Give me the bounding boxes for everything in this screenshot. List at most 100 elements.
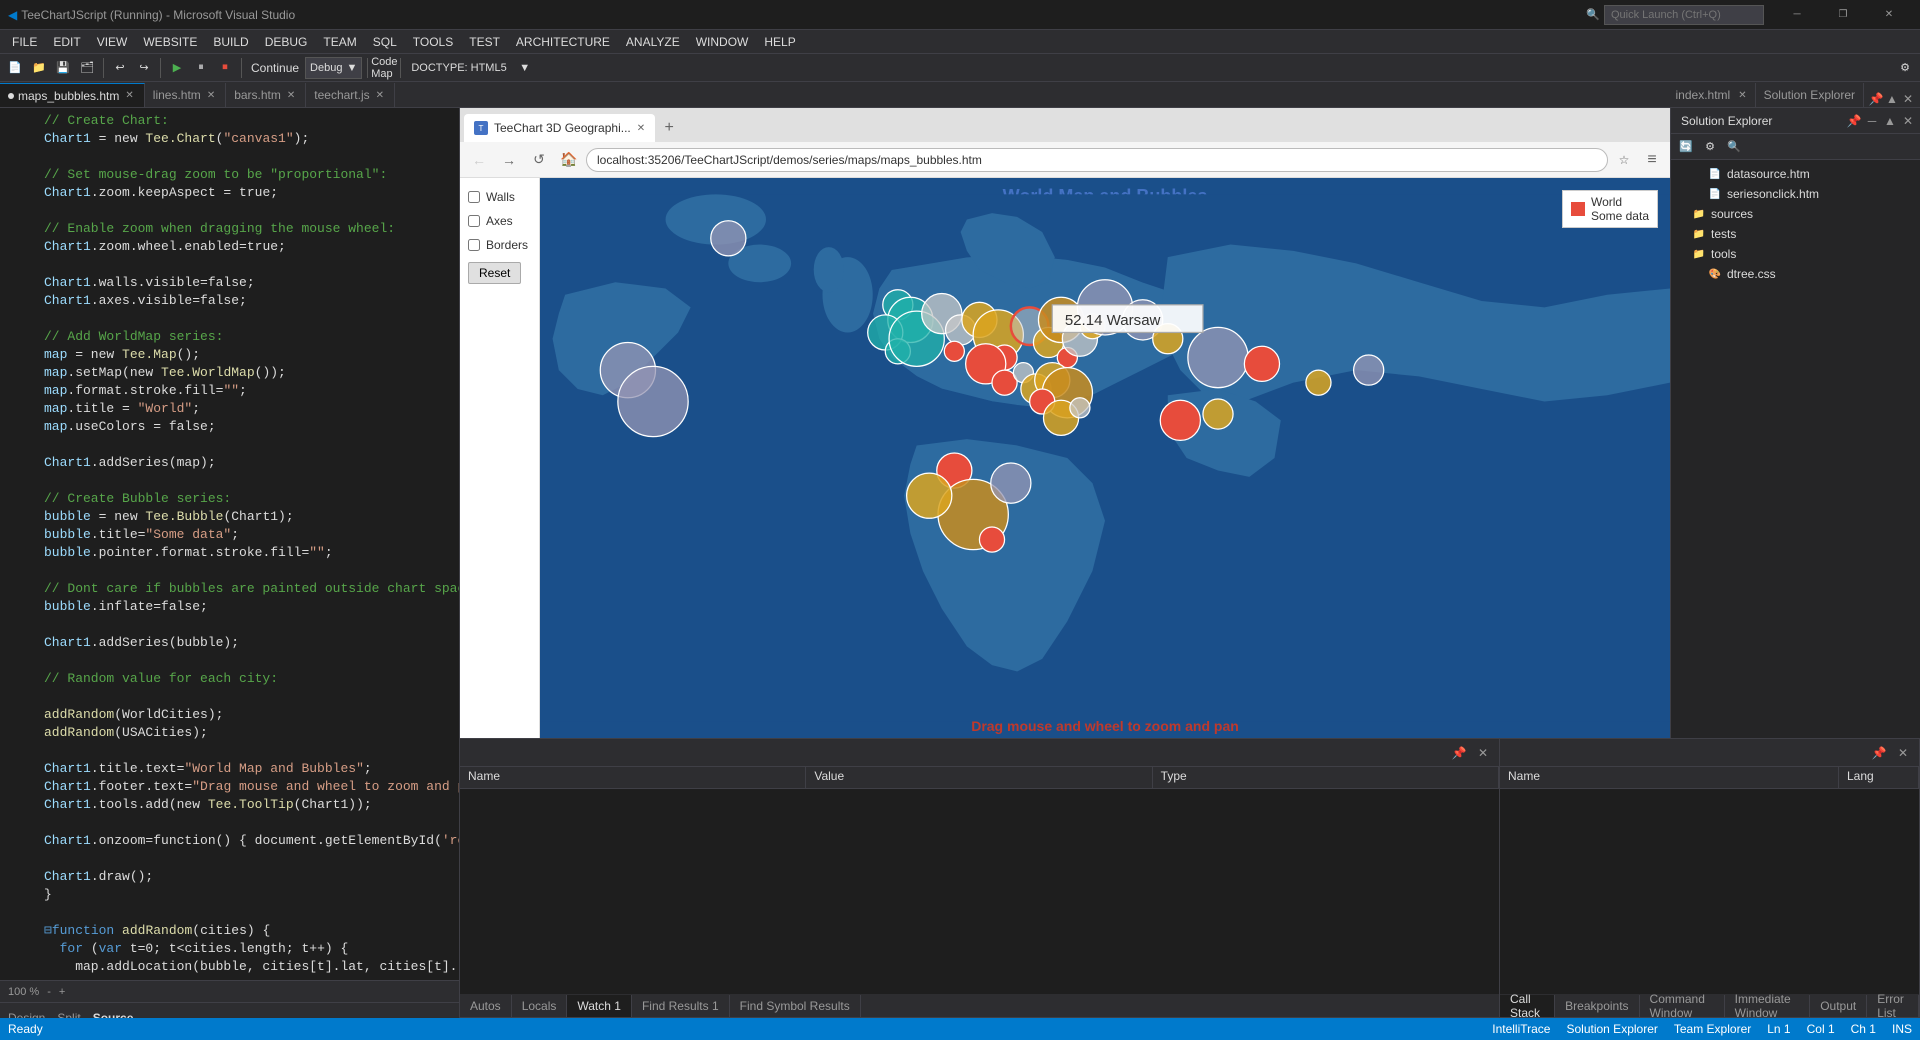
menu-team[interactable]: TEAM: [315, 33, 364, 51]
tab-index-html[interactable]: index.html ✕: [1668, 83, 1756, 107]
menu-window[interactable]: WINDOW: [688, 33, 757, 51]
doctype-button[interactable]: DOCTYPE: HTML5: [406, 57, 511, 79]
menu-architecture[interactable]: ARCHITECTURE: [508, 33, 618, 51]
restore-button[interactable]: ❐: [1820, 0, 1866, 30]
menu-help[interactable]: HELP: [756, 33, 803, 51]
zoom-minus[interactable]: -: [47, 986, 51, 998]
dropdown-arrow2[interactable]: ▼: [514, 57, 536, 79]
se-properties[interactable]: ⚙: [1699, 136, 1721, 158]
nav-forward[interactable]: →: [496, 147, 522, 173]
tab-close-3[interactable]: ✕: [374, 90, 386, 101]
codemap-button[interactable]: Code Map: [373, 57, 395, 79]
intelli-trace[interactable]: IntelliTrace: [1492, 1022, 1550, 1036]
solution-explorer-status[interactable]: Solution Explorer: [1566, 1022, 1657, 1036]
menu-build[interactable]: BUILD: [205, 33, 256, 51]
split-tab[interactable]: Split: [57, 1011, 80, 1019]
save-all-button[interactable]: 🗂: [76, 57, 98, 79]
undo-button[interactable]: ↩: [109, 57, 131, 79]
axes-option[interactable]: Axes: [460, 210, 539, 232]
team-explorer-status[interactable]: Team Explorer: [1674, 1022, 1751, 1036]
menu-sql[interactable]: SQL: [365, 33, 405, 51]
bookmark-button[interactable]: ☆: [1612, 148, 1636, 172]
tab-teechart[interactable]: teechart.js ✕: [306, 83, 395, 107]
open-button[interactable]: 📁: [28, 57, 50, 79]
tab-autos[interactable]: Autos: [460, 995, 512, 1017]
browser-tab-close[interactable]: ✕: [637, 123, 645, 134]
tab-lines[interactable]: lines.htm ✕: [145, 83, 226, 107]
watch-panel-pin[interactable]: 📌: [1451, 745, 1467, 761]
cs-panel-close[interactable]: ✕: [1895, 745, 1911, 761]
new-tab-button[interactable]: +: [655, 114, 683, 142]
maximize-button[interactable]: ▲: [1884, 91, 1900, 107]
nav-home[interactable]: 🏠: [556, 147, 582, 173]
se-minimize-button[interactable]: ─: [1864, 113, 1880, 129]
tab-immediate-window[interactable]: Immediate Window: [1725, 995, 1811, 1017]
se-item-dtree[interactable]: 🎨 dtree.css: [1671, 264, 1920, 284]
tab-callstack[interactable]: Call Stack: [1500, 995, 1555, 1017]
walls-option[interactable]: Walls: [460, 186, 539, 208]
zoom-plus[interactable]: +: [59, 986, 65, 998]
menu-file[interactable]: FILE: [4, 33, 45, 51]
tab-close-1[interactable]: ✕: [205, 90, 217, 101]
tab-close-2[interactable]: ✕: [285, 90, 297, 101]
browser-menu-button[interactable]: ≡: [1640, 148, 1664, 172]
close-right-button[interactable]: ✕: [1900, 91, 1916, 107]
tab-breakpoints[interactable]: Breakpoints: [1555, 995, 1639, 1017]
nav-back[interactable]: ←: [466, 147, 492, 173]
menu-edit[interactable]: EDIT: [45, 33, 88, 51]
menu-analyze[interactable]: ANALYZE: [618, 33, 688, 51]
se-item-datasource[interactable]: 📄 datasource.htm: [1671, 164, 1920, 184]
se-refresh[interactable]: 🔄: [1675, 136, 1697, 158]
se-item-tests[interactable]: 📁 tests: [1671, 224, 1920, 244]
tab-close-0[interactable]: ✕: [123, 90, 135, 101]
new-project-button[interactable]: 📄: [4, 57, 26, 79]
se-item-seriesonclick[interactable]: 📄 seriesonclick.htm: [1671, 184, 1920, 204]
pause-button[interactable]: ⏸: [190, 57, 212, 79]
tab-find-results[interactable]: Find Results 1: [632, 995, 730, 1017]
tab-maps-bubbles[interactable]: maps_bubbles.htm ✕: [0, 83, 145, 107]
menu-tools[interactable]: TOOLS: [405, 33, 461, 51]
redo-button[interactable]: ↪: [133, 57, 155, 79]
watch-panel-close[interactable]: ✕: [1475, 745, 1491, 761]
walls-checkbox[interactable]: [468, 191, 480, 203]
design-tab[interactable]: Design: [8, 1011, 45, 1019]
tab-find-symbol[interactable]: Find Symbol Results: [730, 995, 861, 1017]
code-scroll[interactable]: // Create Chart: Chart1 = new Tee.Chart(…: [0, 108, 459, 980]
se-item-tools[interactable]: 📁 tools: [1671, 244, 1920, 264]
menu-test[interactable]: TEST: [461, 33, 508, 51]
settings-button[interactable]: ⚙: [1894, 57, 1916, 79]
menu-debug[interactable]: DEBUG: [257, 33, 316, 51]
index-tab-close[interactable]: ✕: [1738, 90, 1746, 101]
se-expand-button[interactable]: ▲: [1882, 113, 1898, 129]
borders-checkbox[interactable]: [468, 239, 480, 251]
quick-launch-input[interactable]: [1604, 5, 1764, 25]
close-button[interactable]: ✕: [1866, 0, 1912, 30]
nav-refresh[interactable]: ↺: [526, 147, 552, 173]
tab-solution-explorer[interactable]: Solution Explorer: [1756, 83, 1864, 107]
se-close-button[interactable]: ✕: [1900, 113, 1916, 129]
axes-checkbox[interactable]: [468, 215, 480, 227]
browser-tab-active[interactable]: T TeeChart 3D Geographi... ✕: [464, 114, 655, 142]
menu-view[interactable]: VIEW: [89, 33, 136, 51]
se-pin-button[interactable]: 📌: [1846, 113, 1862, 129]
reset-button[interactable]: Reset: [468, 262, 521, 284]
tab-error-list[interactable]: Error List: [1867, 995, 1919, 1017]
tab-output[interactable]: Output: [1810, 995, 1867, 1017]
menu-website[interactable]: WEBSITE: [135, 33, 205, 51]
tab-command-window[interactable]: Command Window: [1640, 995, 1725, 1017]
borders-option[interactable]: Borders: [460, 234, 539, 256]
stop-button[interactable]: ⏹: [214, 57, 236, 79]
se-item-sources[interactable]: 📁 sources: [1671, 204, 1920, 224]
se-filter[interactable]: 🔍: [1723, 136, 1745, 158]
tab-bars[interactable]: bars.htm ✕: [226, 83, 306, 107]
source-tab[interactable]: Source: [93, 1011, 134, 1019]
run-button[interactable]: ▶: [166, 57, 188, 79]
debug-dropdown[interactable]: Debug ▼: [305, 57, 362, 79]
save-button[interactable]: 💾: [52, 57, 74, 79]
pin-button[interactable]: 📌: [1868, 91, 1884, 107]
tab-watch1[interactable]: Watch 1: [567, 995, 632, 1017]
cs-panel-pin[interactable]: 📌: [1871, 745, 1887, 761]
tab-locals[interactable]: Locals: [512, 995, 568, 1017]
chart-area[interactable]: World Map and Bubbles: [540, 178, 1670, 738]
minimize-button[interactable]: ─: [1774, 0, 1820, 30]
